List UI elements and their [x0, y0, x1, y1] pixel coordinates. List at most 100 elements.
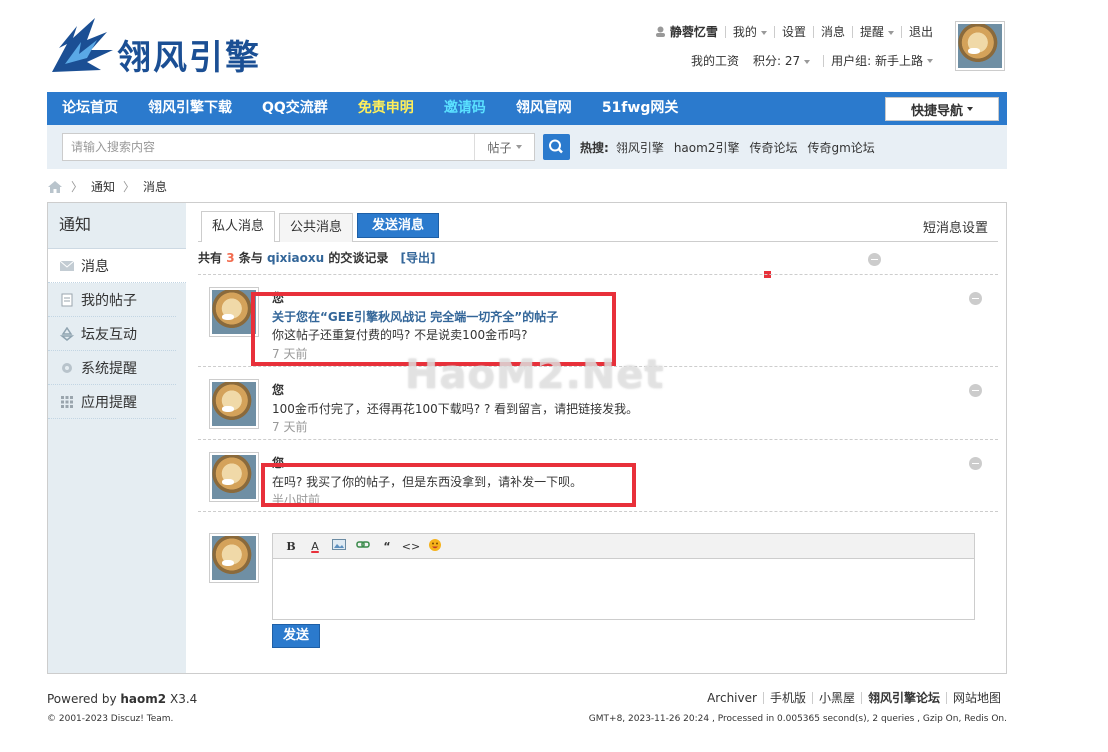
message-time: 7 天前 [272, 420, 308, 434]
username-link[interactable]: 静蓉忆雪 [648, 26, 725, 38]
logout-link[interactable]: 退出 [900, 26, 940, 38]
footer-link-mobile[interactable]: 手机版 [762, 692, 812, 704]
smiley-icon[interactable] [423, 538, 447, 555]
user-icon [655, 26, 665, 37]
nav-qq-group[interactable]: QQ交流群 [247, 92, 343, 125]
send-message-button[interactable]: 发送消息 [357, 213, 440, 238]
hot-label: 热搜: [580, 140, 609, 155]
message-tabs: 私人消息 公共消息 发送消息 [201, 209, 440, 242]
chevron-down-icon [760, 30, 767, 35]
settings-link[interactable]: 设置 [773, 26, 813, 38]
hot-link[interactable]: 翎风引擎 [616, 139, 664, 156]
bold-icon[interactable]: B [279, 540, 303, 553]
powered-link[interactable]: haom2 [120, 692, 166, 706]
credits-label: 积分: 27 [753, 54, 801, 68]
logo-text: 翎风引擎 [117, 38, 261, 78]
sidebar-item-label: 系统提醒 [81, 360, 137, 377]
nav-engine-download[interactable]: 翎风引擎下载 [133, 92, 247, 125]
footer-link-forum[interactable]: 翎风引擎论坛 [860, 692, 946, 704]
nav-51fwg-gateway[interactable]: 51fwg网关 [587, 92, 694, 125]
tab-private-messages[interactable]: 私人消息 [201, 211, 276, 242]
user-menu: 静蓉忆雪 我的 设置 消息 提醒 退出 [648, 22, 940, 42]
sidebar-item-messages[interactable]: 消息 [48, 249, 186, 283]
sidebar-item-label: 应用提醒 [81, 394, 137, 411]
version: X3.4 [169, 692, 198, 706]
search-input[interactable]: 请输入搜索内容 [62, 133, 535, 161]
breadcrumb-notice[interactable]: 通知 [91, 178, 115, 195]
reminders-menu[interactable]: 提醒 [851, 26, 901, 38]
site-logo[interactable]: 翎风引擎 [47, 14, 287, 80]
gear-icon [62, 362, 72, 373]
delete-message-icon[interactable] [969, 457, 982, 470]
highlight-box [261, 463, 636, 507]
quote-icon[interactable]: “ [375, 540, 399, 553]
delete-message-icon[interactable] [969, 384, 982, 397]
nav-disclaimer[interactable]: 免责申明 [343, 92, 429, 125]
watermark: HaoM2.Net [405, 352, 665, 398]
pm-settings-link[interactable]: 短消息设置 [923, 217, 988, 236]
footer-link-sitemap[interactable]: 网站地图 [945, 692, 1007, 704]
avatar-image [212, 290, 256, 334]
search-icon [549, 139, 563, 154]
summary-middle: 条与 [238, 251, 263, 265]
send-reply-button[interactable]: 发送 [272, 624, 320, 648]
breadcrumb-messages[interactable]: 消息 [143, 178, 167, 195]
chevron-down-icon [515, 145, 522, 149]
tab-public-messages[interactable]: 公共消息 [279, 213, 354, 242]
search-scope-value: 帖子 [487, 140, 512, 155]
nav-invite-code[interactable]: 邀请码 [429, 92, 501, 125]
chevron-down-icon [887, 30, 894, 35]
link-icon[interactable] [351, 539, 375, 553]
delete-message-icon[interactable] [969, 292, 982, 305]
summary-prefix: 共有 [198, 251, 223, 265]
search-button[interactable] [543, 134, 570, 160]
hot-link[interactable]: 传奇论坛 [749, 139, 797, 156]
document-icon [61, 293, 73, 306]
message-avatar[interactable] [209, 452, 259, 502]
sidebar-item-app-notice[interactable]: 应用提醒 [48, 385, 176, 419]
usergroup-label: 用户组: 新手上路 [831, 53, 923, 68]
footer-link-archiver[interactable]: Archiver [701, 692, 763, 704]
wage-link[interactable]: 我的工资 [684, 52, 746, 69]
hot-link[interactable]: haom2引擎 [674, 139, 740, 156]
chevron-down-icon [804, 59, 811, 64]
messages-link[interactable]: 消息 [812, 26, 852, 38]
sidebar-item-system-notice[interactable]: 系统提醒 [48, 351, 176, 385]
username: 静蓉忆雪 [669, 25, 718, 39]
font-color-icon[interactable]: A [303, 540, 327, 553]
search-scope-select[interactable]: 帖子 [474, 134, 534, 160]
nav-official-site[interactable]: 翎风官网 [501, 92, 587, 125]
nav-forum-home[interactable]: 论坛首页 [47, 92, 133, 125]
footer-powered: Powered by haom2 X3.4 [47, 692, 197, 706]
conversation-user-link[interactable]: qixiaoxu [267, 251, 324, 265]
footer-copyright: © 2001-2023 Discuz! Team. [47, 714, 174, 724]
quick-nav-label: 快捷导航 [910, 103, 963, 119]
breadcrumb-separator: 〉 [71, 180, 84, 194]
quick-nav-button[interactable]: 快捷导航 [885, 97, 999, 121]
image-icon[interactable] [327, 539, 351, 553]
export-link[interactable]: [导出] [401, 251, 436, 265]
sidebar-item-my-posts[interactable]: 我的帖子 [48, 283, 176, 317]
code-icon[interactable]: <> [399, 540, 423, 553]
chevron-down-icon [967, 107, 973, 111]
footer-link-blacklist[interactable]: 小黑屋 [811, 692, 861, 704]
sidebar-item-interaction[interactable]: 坛友互动 [48, 317, 176, 351]
credits-menu[interactable]: 积分: 27 [746, 52, 817, 69]
sidebar-title: 通知 [48, 203, 186, 249]
chevron-down-icon [927, 59, 933, 63]
hot-link[interactable]: 传奇gm论坛 [807, 139, 874, 156]
message-avatar[interactable] [209, 379, 259, 429]
reply-textarea[interactable] [273, 559, 974, 619]
avatar-image [212, 455, 256, 499]
message-text: 100金币付完了，还得再花100下载吗? ? 看到留言，请把链接发我。 [272, 402, 639, 416]
delete-all-icon[interactable] [868, 253, 881, 266]
user-stats: 我的工资 积分: 27 用户组: 新手上路 [684, 52, 940, 69]
reply-avatar[interactable] [209, 533, 259, 583]
usergroup-menu[interactable]: 用户组: 新手上路 [823, 53, 940, 68]
home-icon[interactable] [47, 180, 63, 194]
grid-icon [61, 395, 73, 408]
sidebar-item-label: 坛友互动 [81, 326, 137, 343]
user-avatar[interactable] [955, 21, 1005, 71]
my-menu[interactable]: 我的 [724, 26, 774, 38]
hot-searches: 热搜: 翎风引擎 haom2引擎 传奇论坛 传奇gm论坛 [580, 125, 885, 169]
